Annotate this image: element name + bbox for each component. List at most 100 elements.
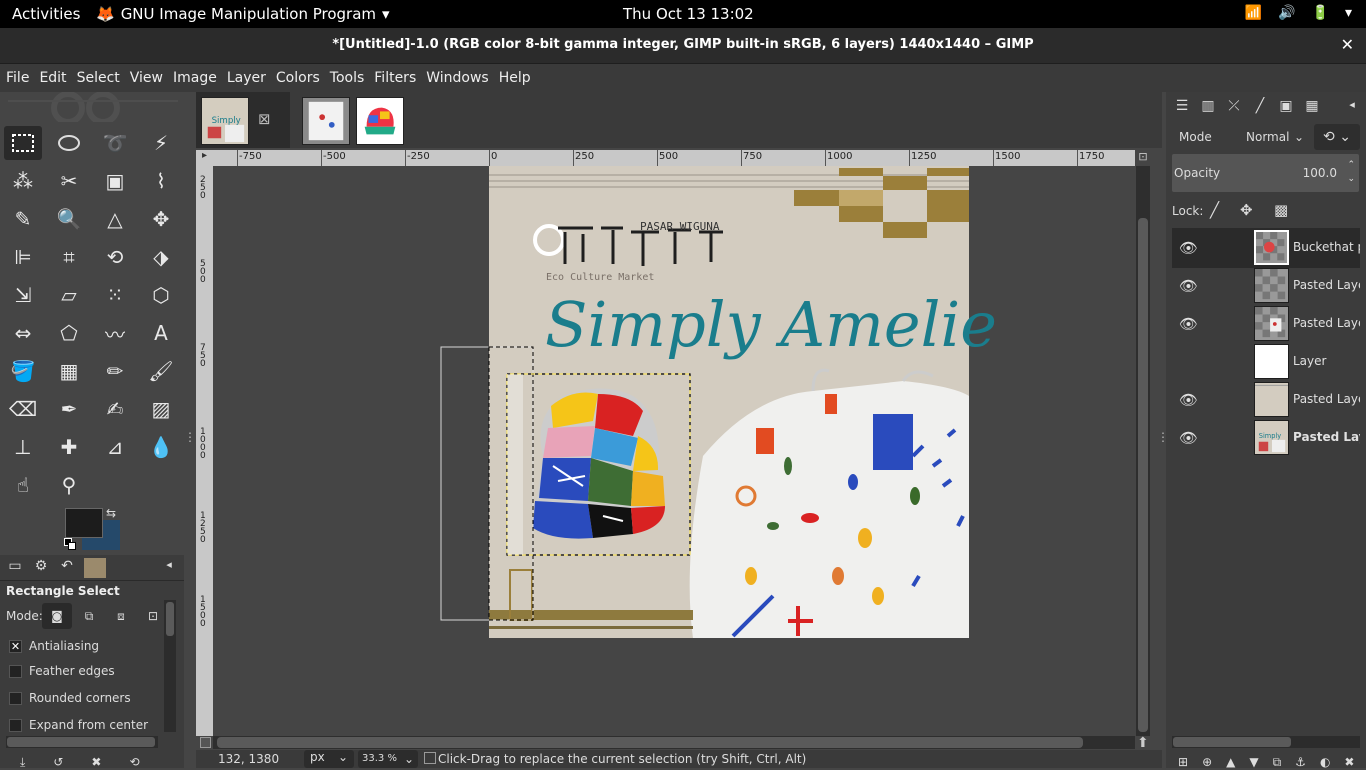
- opacity-slider[interactable]: Opacity 100.0 ⌃ ⌄: [1172, 154, 1359, 192]
- eye-icon[interactable]: 👁: [1179, 429, 1198, 447]
- foreground-color-swatch[interactable]: [65, 508, 103, 538]
- patterns-tab-icon[interactable]: ▣: [1276, 98, 1296, 116]
- undo-history-tab-icon[interactable]: ↶: [56, 558, 78, 578]
- mode-replace-button[interactable]: ◙: [42, 603, 72, 629]
- menu-filters[interactable]: Filters: [374, 70, 416, 86]
- flip-icon[interactable]: ⇔: [4, 316, 42, 350]
- mode-add-button[interactable]: ⧉: [78, 603, 100, 629]
- app-menu-button[interactable]: 🦊 GNU Image Manipulation Program ▾: [96, 5, 390, 23]
- menu-tools[interactable]: Tools: [330, 70, 365, 86]
- move-icon[interactable]: ✥: [142, 202, 180, 236]
- ruler-corner-icon[interactable]: ▸: [196, 150, 213, 166]
- mypaint-brush-icon[interactable]: ▨: [142, 392, 180, 426]
- menu-file[interactable]: File: [6, 70, 29, 86]
- text-icon[interactable]: A: [142, 316, 180, 350]
- gradient-icon[interactable]: ▦: [50, 354, 88, 388]
- menu-windows[interactable]: Windows: [426, 70, 489, 86]
- tool-options-tab-icon[interactable]: ▭: [4, 558, 26, 578]
- clock[interactable]: Thu Oct 13 13:02: [623, 5, 754, 23]
- eye-icon[interactable]: 👁: [1179, 315, 1198, 333]
- zoom-icon[interactable]: 🔍: [50, 202, 88, 236]
- rounded-corners-checkbox[interactable]: [9, 692, 22, 705]
- paths-tab-icon[interactable]: ⤫: [1224, 98, 1244, 116]
- menu-colors[interactable]: Colors: [276, 70, 320, 86]
- unified-transform-icon[interactable]: ⟲: [96, 240, 134, 274]
- horizontal-ruler[interactable]: -750 -500 -250 0 250 500 750 1000 1250 1500 1750: [213, 150, 1135, 166]
- menu-view[interactable]: View: [130, 70, 163, 86]
- paintbrush-icon[interactable]: 🖌: [142, 354, 180, 388]
- menu-image[interactable]: Image: [173, 70, 217, 86]
- eye-icon[interactable]: 👁: [1179, 391, 1198, 409]
- image-thumbnail-3[interactable]: [356, 97, 404, 145]
- zoom-select[interactable]: 33.3 % ⌄: [358, 750, 418, 768]
- layer-row[interactable]: 👁 Pasted Layer: [1174, 305, 1360, 343]
- lock-pixels-icon[interactable]: ╱: [1210, 201, 1219, 219]
- close-icon[interactable]: ✕: [1341, 28, 1354, 62]
- layers-tab-icon[interactable]: ☰: [1172, 98, 1192, 116]
- rotate-icon[interactable]: ⬗: [142, 240, 180, 274]
- panel-menu-icon[interactable]: ◂: [158, 558, 180, 578]
- perspective-icon[interactable]: ⬡: [142, 278, 180, 312]
- dock-menu-icon[interactable]: ◂: [1342, 98, 1362, 116]
- zoom-follow-icon[interactable]: ⊡: [1136, 150, 1150, 166]
- scale-icon[interactable]: ⇲: [4, 278, 42, 312]
- system-tray[interactable]: 📶 🔊 🔋 ▾: [1245, 5, 1352, 21]
- color-picker-icon[interactable]: ✎: [4, 202, 42, 236]
- layer-row[interactable]: Layer: [1174, 343, 1360, 381]
- bucket-fill-icon[interactable]: 🪣: [4, 354, 42, 388]
- fuzzy-select-tool[interactable]: ⚡: [142, 126, 180, 160]
- image-thumbnail-1[interactable]: Simply: [201, 97, 249, 145]
- navigate-icon[interactable]: ⬆: [1137, 735, 1149, 751]
- heal-icon[interactable]: ✚: [50, 430, 88, 464]
- color-select-tool[interactable]: ⁂: [4, 164, 42, 198]
- options-scrollbar[interactable]: [164, 600, 176, 732]
- layer-name[interactable]: Pasted Laye: [1293, 430, 1360, 444]
- layer-name[interactable]: Pasted Layer: [1293, 316, 1360, 330]
- free-select-tool[interactable]: ➰: [96, 126, 134, 160]
- airbrush-icon[interactable]: ✒: [50, 392, 88, 426]
- default-colors-icon[interactable]: [64, 538, 76, 550]
- layers-hscrollbar[interactable]: [1172, 736, 1360, 748]
- layer-name[interactable]: Pasted Layer: [1293, 392, 1360, 406]
- mode-intersect-button[interactable]: ⊡: [142, 603, 164, 629]
- warp-transform-icon[interactable]: 〰: [96, 316, 134, 350]
- lock-position-icon[interactable]: ✥: [1240, 201, 1253, 219]
- pencil-icon[interactable]: ✏: [96, 354, 134, 388]
- eye-icon[interactable]: 👁: [1179, 239, 1198, 257]
- layer-name[interactable]: Buckethat pa: [1293, 240, 1360, 254]
- options-hscrollbar[interactable]: [6, 736, 158, 748]
- clone-icon[interactable]: ⊥: [4, 430, 42, 464]
- image-thumbnail-2[interactable]: [302, 97, 350, 145]
- shear-icon[interactable]: ▱: [50, 278, 88, 312]
- spin-arrows-icon[interactable]: ⌃ ⌄: [1347, 158, 1355, 186]
- handle-transform-icon[interactable]: ⁙: [96, 278, 134, 312]
- cage-transform-icon[interactable]: ⬠: [50, 316, 88, 350]
- measure-icon[interactable]: △: [96, 202, 134, 236]
- menu-edit[interactable]: Edit: [39, 70, 66, 86]
- align-icon[interactable]: ⊫: [4, 240, 42, 274]
- menu-layer[interactable]: Layer: [227, 70, 266, 86]
- layer-row[interactable]: 👁 Pasted Layer: [1174, 381, 1360, 419]
- gradients-tab-icon[interactable]: ▦: [1302, 98, 1322, 116]
- dodge-burn-icon[interactable]: ⚲: [50, 468, 88, 502]
- blur-icon[interactable]: 💧: [142, 430, 180, 464]
- eye-icon[interactable]: 👁: [1179, 277, 1198, 295]
- activities-button[interactable]: Activities: [12, 5, 80, 23]
- device-status-tab-icon[interactable]: ⚙: [30, 558, 52, 578]
- feather-checkbox[interactable]: [9, 665, 22, 678]
- brushes-tab-icon[interactable]: ╱: [1250, 98, 1270, 116]
- eraser-icon[interactable]: ⌫: [4, 392, 42, 426]
- channels-tab-icon[interactable]: ▥: [1198, 98, 1218, 116]
- layer-row[interactable]: 👁 Simply Pasted Laye: [1174, 419, 1360, 457]
- paths-tool[interactable]: ⌇: [142, 164, 180, 198]
- unit-select[interactable]: px ⌄: [304, 750, 354, 768]
- expand-center-checkbox[interactable]: [9, 719, 22, 732]
- dock-handle-icon[interactable]: ⋮: [1157, 430, 1169, 444]
- foreground-select-tool[interactable]: ▣: [96, 164, 134, 198]
- layer-name[interactable]: Pasted Layer: [1293, 278, 1360, 292]
- crop-icon[interactable]: ⌗: [50, 240, 88, 274]
- quick-mask-icon[interactable]: [200, 737, 211, 748]
- layer-row[interactable]: 👁 Buckethat pa: [1174, 229, 1360, 267]
- rect-select-tool[interactable]: [4, 126, 42, 160]
- toolbox-handle-icon[interactable]: ⋮: [184, 430, 196, 444]
